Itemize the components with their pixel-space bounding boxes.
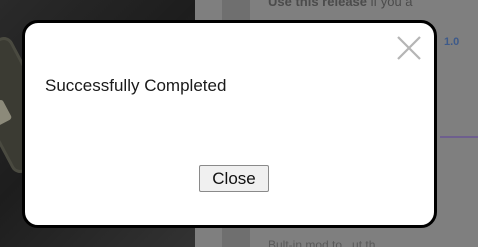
success-dialog: Successfully Completed Close <box>22 20 437 228</box>
device-window <box>0 98 13 126</box>
background-divider-line <box>440 136 478 138</box>
background-bottom-text: Bult-in mod to...ut th <box>268 238 376 247</box>
close-button[interactable]: Close <box>199 165 269 192</box>
background-version-link: 1.0 <box>444 36 460 48</box>
background-release-text: Use this release if you a <box>268 0 413 9</box>
success-message: Successfully Completed <box>45 76 227 95</box>
close-x-icon[interactable] <box>394 33 424 63</box>
